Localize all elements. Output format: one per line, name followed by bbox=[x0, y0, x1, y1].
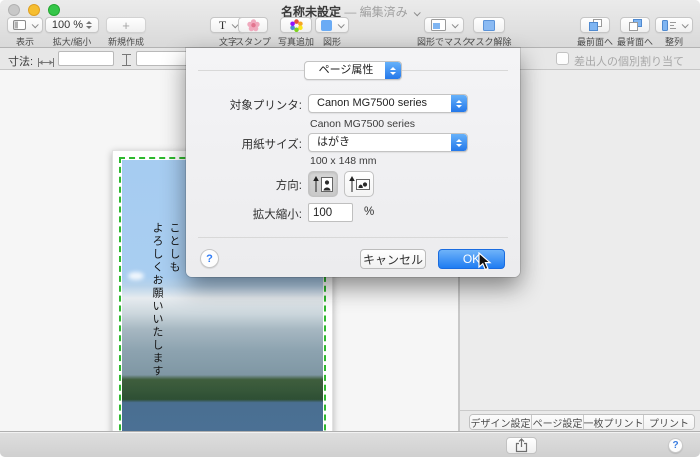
photos-pinwheel-icon bbox=[290, 19, 303, 32]
tab-design-settings[interactable]: デザイン設定 bbox=[470, 415, 532, 429]
new-label: 新規作成 bbox=[96, 35, 156, 48]
mask-shape-icon bbox=[431, 19, 446, 31]
greeting-line2: よろしくお願いいたします bbox=[151, 222, 163, 378]
ok-button[interactable]: OK bbox=[438, 249, 505, 269]
orientation-label: 方向: bbox=[186, 177, 302, 193]
panel-tabs: デザイン設定 ページ設定 一枚プリント プリント bbox=[469, 414, 695, 430]
zoom-stepper[interactable]: 100 % bbox=[45, 17, 99, 33]
align-button[interactable] bbox=[655, 17, 693, 33]
toolbar-item-shapes: 図形 bbox=[312, 17, 352, 48]
cloud bbox=[128, 272, 144, 280]
toolbar-item-zoom: 100 % 拡大/縮小 bbox=[42, 17, 102, 48]
share-icon bbox=[515, 438, 528, 453]
stamp-button[interactable] bbox=[238, 17, 268, 33]
sender-assignment-label: 差出人の個別割り当て bbox=[574, 53, 684, 69]
scale-label: 拡大縮小: bbox=[186, 206, 302, 222]
orientation-portrait-button[interactable] bbox=[308, 171, 338, 197]
new-button[interactable]: + bbox=[106, 17, 146, 33]
mouse-cursor bbox=[478, 252, 492, 277]
width-input[interactable] bbox=[58, 51, 114, 66]
plus-icon: + bbox=[122, 18, 130, 33]
align-icon bbox=[662, 20, 676, 31]
paper-size-popup[interactable]: はがき bbox=[308, 133, 468, 152]
printer-popup[interactable]: Canon MG7500 series bbox=[308, 94, 468, 113]
printer-note: Canon MG7500 series bbox=[310, 118, 415, 130]
app-window: 名称未設定 — 編集済み 表示 100 % 拡大/縮小 + 新規作成 bbox=[0, 0, 700, 457]
sidebar-view-icon bbox=[13, 20, 26, 30]
window-help-button[interactable]: ? bbox=[668, 438, 683, 453]
dimensions-label: 寸法: bbox=[8, 53, 33, 69]
bring-to-front-icon bbox=[589, 19, 602, 31]
stamp-label: スタンプ bbox=[230, 35, 276, 48]
height-icon bbox=[122, 53, 131, 71]
stepper-arrows-icon bbox=[86, 21, 92, 29]
shapes-label: 図形 bbox=[312, 35, 352, 48]
text-T-icon: T bbox=[219, 18, 226, 33]
printer-label: 対象プリンタ: bbox=[186, 97, 302, 113]
toolbar-item-stamp: スタンプ bbox=[230, 17, 276, 48]
preset-popup-value: ページ属性 bbox=[319, 64, 374, 76]
settings-preset-popup[interactable]: ページ属性 bbox=[304, 61, 402, 80]
unmask-button[interactable] bbox=[473, 17, 505, 33]
chevron-down-icon bbox=[338, 21, 345, 28]
mask-with-shape-button[interactable] bbox=[424, 17, 464, 33]
unmask-label: マスク解除 bbox=[460, 35, 518, 48]
unmask-icon bbox=[483, 20, 495, 31]
blue-square-shape-icon bbox=[321, 20, 332, 31]
paper-dimensions-note: 100 x 148 mm bbox=[310, 155, 377, 167]
sender-assignment-checkbox[interactable] bbox=[556, 52, 569, 65]
printer-popup-value: Canon MG7500 series bbox=[317, 97, 427, 109]
toolbar-item-align: 整列 bbox=[652, 17, 696, 48]
orientation-landscape-button[interactable] bbox=[344, 171, 374, 197]
add-photo-button[interactable] bbox=[280, 17, 312, 33]
chevron-down-icon bbox=[681, 21, 688, 28]
scale-input[interactable] bbox=[308, 203, 353, 222]
bottom-bar: ? bbox=[0, 431, 700, 457]
landscape-orientation-icon bbox=[348, 176, 370, 193]
tab-page-settings[interactable]: ページ設定 bbox=[532, 415, 584, 429]
toolbar-item-unmask: マスク解除 bbox=[460, 17, 518, 48]
toolbar: 名称未設定 — 編集済み 表示 100 % 拡大/縮小 + 新規作成 bbox=[0, 0, 700, 48]
sheet-bottom-divider bbox=[198, 237, 508, 238]
height-input[interactable] bbox=[136, 51, 192, 66]
flower-stamp-icon bbox=[247, 19, 260, 32]
popup-stepper-icon bbox=[451, 134, 467, 151]
view-button[interactable] bbox=[7, 17, 43, 33]
chevron-down-icon bbox=[32, 21, 39, 28]
greeting-line1: ことしも bbox=[168, 222, 180, 274]
cancel-button[interactable]: キャンセル bbox=[360, 249, 426, 269]
send-to-back-button[interactable] bbox=[620, 17, 650, 33]
zoom-value: 100 % bbox=[52, 19, 83, 31]
panel-tab-strip: デザイン設定 ページ設定 一枚プリント プリント bbox=[459, 410, 700, 431]
sheet-help-button[interactable]: ? bbox=[200, 249, 219, 268]
tab-single-print[interactable]: 一枚プリント bbox=[584, 415, 644, 429]
popup-stepper-icon bbox=[385, 62, 401, 79]
paper-size-label: 用紙サイズ: bbox=[186, 136, 302, 152]
align-label: 整列 bbox=[652, 35, 696, 48]
send-to-back-icon bbox=[629, 19, 642, 31]
chevron-down-icon bbox=[452, 21, 459, 28]
popup-stepper-icon bbox=[451, 95, 467, 112]
toolbar-item-new: + 新規作成 bbox=[96, 17, 156, 48]
document-status: — 編集済み bbox=[344, 5, 407, 19]
paper-size-popup-value: はがき bbox=[317, 136, 350, 148]
title-chevron-down-icon[interactable] bbox=[414, 9, 421, 16]
shapes-button[interactable] bbox=[315, 17, 349, 33]
page-setup-sheet: ページ属性 対象プリンタ: Canon MG7500 series Canon … bbox=[186, 48, 520, 277]
share-button[interactable] bbox=[506, 437, 537, 454]
portrait-orientation-icon bbox=[312, 176, 334, 193]
zoom-label: 拡大/縮小 bbox=[42, 35, 102, 48]
bring-to-front-button[interactable] bbox=[580, 17, 610, 33]
scale-unit-label: % bbox=[364, 206, 374, 218]
greeting-text[interactable]: ことしも よろしくお願いいたします bbox=[148, 222, 182, 378]
tab-print[interactable]: プリント bbox=[644, 415, 694, 429]
